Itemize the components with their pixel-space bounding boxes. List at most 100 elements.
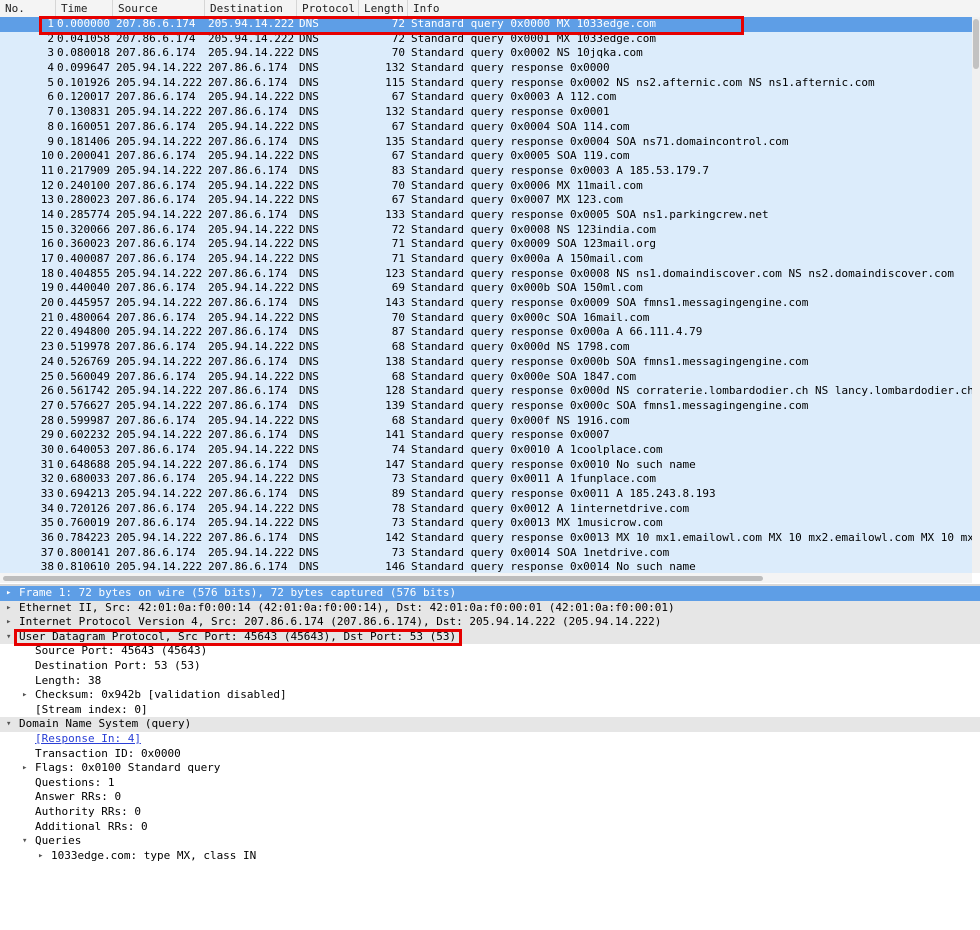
packet-row[interactable]: 29 0.602232 205.94.14.222 207.86.6.174 DNS 14… [0, 428, 972, 443]
packet-row[interactable]: 27 0.576627 205.94.14.222 207.86.6.174 DNS 13… [0, 398, 972, 414]
packet-info: Standard query response 0x0001 [411, 105, 610, 119]
expanded-arrow-icon[interactable]: ▾ [22, 834, 32, 849]
packet-row[interactable]: 34 0.720126 207.86.6.174 205.94.14.222 DNS 78… [0, 501, 972, 517]
packet-destination: 207.86.6.174 [208, 75, 288, 89]
packet-row[interactable]: 17 0.400087 207.86.6.174 205.94.14.222 DNS 71… [0, 252, 972, 267]
packet-details-pane[interactable]: ▸ Frame 1: 72 bytes on wire (576 bits), 7… [0, 586, 980, 930]
packet-row[interactable]: 11 0.217909 205.94.14.222 207.86.6.174 DNS 83… [0, 163, 972, 179]
column-header-time[interactable]: Time [56, 0, 113, 17]
detail-tree-item[interactable]: ▾ User Datagram Protocol, Src Port: 45643… [0, 629, 980, 645]
scroll-thumb[interactable] [3, 576, 763, 581]
packet-row[interactable]: 19 0.440040 207.86.6.174 205.94.14.222 DNS 69… [0, 281, 972, 297]
packet-row[interactable]: 1 0.000000 207.86.6.174 205.94.14.222 DNS 72 S… [0, 17, 972, 32]
detail-tree-item[interactable]: Authority RRs: 0 [0, 805, 980, 820]
expanded-arrow-icon[interactable]: ▾ [6, 717, 16, 732]
column-header-protocol[interactable]: Protocol [297, 0, 359, 17]
column-header-source[interactable]: Source [113, 0, 205, 17]
collapsed-arrow-icon[interactable]: ▸ [6, 586, 16, 601]
packet-row[interactable]: 37 0.800141 207.86.6.174 205.94.14.222 DNS 73… [0, 545, 972, 561]
packet-row[interactable]: 16 0.360023 207.86.6.174 205.94.14.222 DNS 71… [0, 237, 972, 252]
packet-row[interactable]: 3 0.080018 207.86.6.174 205.94.14.222 DNS 70 S… [0, 46, 972, 62]
packet-list-pane[interactable]: No. Time Source Destination Protocol Len… [0, 0, 980, 585]
packet-info: Standard query 0x0007 MX 123.com [411, 193, 623, 207]
detail-tree-item[interactable]: Transaction ID: 0x0000 [0, 747, 980, 762]
packet-number: 6 [47, 90, 54, 104]
detail-tree-item[interactable]: ▸ Flags: 0x0100 Standard query [0, 761, 980, 776]
collapsed-arrow-icon[interactable]: ▸ [6, 601, 16, 616]
packet-row[interactable]: 7 0.130831 205.94.14.222 207.86.6.174 DNS 132… [0, 105, 972, 120]
packet-row[interactable]: 6 0.120017 207.86.6.174 205.94.14.222 DNS 67 S… [0, 90, 972, 106]
packet-row[interactable]: 28 0.599987 207.86.6.174 205.94.14.222 DNS 68… [0, 413, 972, 429]
detail-tree-item[interactable]: Additional RRs: 0 [0, 820, 980, 835]
packet-row[interactable]: 18 0.404855 205.94.14.222 207.86.6.174 DNS 12… [0, 266, 972, 282]
collapsed-arrow-icon[interactable]: ▸ [6, 615, 16, 630]
scroll-thumb[interactable] [973, 19, 979, 69]
packet-row[interactable]: 8 0.160051 207.86.6.174 205.94.14.222 DNS 67 S… [0, 119, 972, 135]
packet-row[interactable]: 15 0.320066 207.86.6.174 205.94.14.222 DNS 72… [0, 222, 972, 238]
packet-row[interactable]: 32 0.680033 207.86.6.174 205.94.14.222 DNS 73… [0, 472, 972, 487]
expanded-arrow-icon[interactable]: ▾ [6, 630, 16, 645]
packet-row[interactable]: 38 0.810610 205.94.14.222 207.86.6.174 DNS 14… [0, 560, 972, 573]
detail-tree-item[interactable]: ▾ Queries [0, 834, 980, 849]
packet-row[interactable]: 20 0.445957 205.94.14.222 207.86.6.174 DNS 14… [0, 296, 972, 311]
packet-row[interactable]: 35 0.760019 207.86.6.174 205.94.14.222 DNS 73… [0, 516, 972, 532]
column-header-info[interactable]: Info [408, 0, 980, 17]
packet-row[interactable]: 30 0.640053 207.86.6.174 205.94.14.222 DNS 74… [0, 442, 972, 458]
packet-row[interactable]: 25 0.560049 207.86.6.174 205.94.14.222 DNS 68… [0, 369, 972, 385]
response-link[interactable]: [Response In: 4] [35, 732, 141, 747]
packet-row[interactable]: 4 0.099647 205.94.14.222 207.86.6.174 DNS 132… [0, 61, 972, 76]
detail-tree-item[interactable]: [Stream index: 0] [0, 703, 980, 718]
packet-row[interactable]: 14 0.285774 205.94.14.222 207.86.6.174 DNS 13… [0, 207, 972, 223]
packet-number: 25 [40, 369, 54, 383]
packet-info: Standard query 0x0008 NS 123india.com [411, 222, 657, 236]
packet-info: Standard query 0x0006 MX 11mail.com [411, 178, 643, 192]
packet-time: 0.480064 [57, 310, 110, 324]
packet-protocol: DNS [299, 457, 319, 471]
detail-tree-item[interactable]: ▸ Ethernet II, Src: 42:01:0a:f0:00:14 (42… [0, 600, 980, 616]
packet-row[interactable]: 33 0.694213 205.94.14.222 207.86.6.174 DNS 89… [0, 487, 972, 502]
packet-info: Standard query response 0x0004 SOA ns71.… [411, 134, 789, 148]
packet-info: Standard query 0x000d NS 1798.com [411, 340, 630, 354]
packet-row[interactable]: 22 0.494800 205.94.14.222 207.86.6.174 DNS 87… [0, 325, 972, 341]
packet-row[interactable]: 12 0.240100 207.86.6.174 205.94.14.222 DNS 70… [0, 178, 972, 194]
horizontal-scrollbar[interactable] [0, 573, 972, 583]
collapsed-arrow-icon[interactable]: ▸ [22, 761, 32, 776]
detail-tree-item[interactable]: Questions: 1 [0, 776, 980, 791]
column-header-destination[interactable]: Destination [205, 0, 297, 17]
packet-row[interactable]: 10 0.200041 207.86.6.174 205.94.14.222 DNS 67… [0, 149, 972, 164]
detail-tree-item[interactable]: Destination Port: 53 (53) [0, 659, 980, 674]
packet-protocol: DNS [299, 17, 319, 30]
detail-tree-item[interactable]: ▾ Domain Name System (query) [0, 717, 980, 732]
packet-info: Standard query 0x0003 A 112.com [411, 90, 617, 104]
packet-row[interactable]: 26 0.561742 205.94.14.222 207.86.6.174 DNS 12… [0, 384, 972, 399]
collapsed-arrow-icon[interactable]: ▸ [22, 688, 32, 703]
detail-tree-item[interactable]: Source Port: 45643 (45643) [0, 644, 980, 659]
packet-length: 89 [391, 487, 405, 500]
detail-tree-item[interactable]: Length: 38 [0, 674, 980, 689]
column-header-no[interactable]: No. [0, 0, 56, 17]
packet-number: 27 [40, 398, 54, 412]
packet-row[interactable]: 23 0.519978 207.86.6.174 205.94.14.222 DNS 68… [0, 340, 972, 355]
packet-row[interactable]: 2 0.041058 207.86.6.174 205.94.14.222 DNS 72 S… [0, 31, 972, 47]
detail-tree-item[interactable]: ▸ Frame 1: 72 bytes on wire (576 bits), 7… [0, 586, 980, 601]
packet-info: Standard query 0x0009 SOA 123mail.org [411, 237, 657, 251]
packet-row[interactable]: 5 0.101926 205.94.14.222 207.86.6.174 DNS 115… [0, 75, 972, 91]
packet-time: 0.445957 [57, 296, 110, 310]
column-header-length[interactable]: Length [359, 0, 408, 17]
detail-tree-item[interactable]: ▸ 1033edge.com: type MX, class IN [0, 849, 980, 864]
detail-tree-item[interactable]: ▸ Internet Protocol Version 4, Src: 207.8… [0, 615, 980, 630]
packet-row[interactable]: 9 0.181406 205.94.14.222 207.86.6.174 DNS 135… [0, 134, 972, 150]
packet-row[interactable]: 24 0.526769 205.94.14.222 207.86.6.174 DNS 13… [0, 354, 972, 370]
vertical-scrollbar[interactable] [972, 17, 980, 573]
packet-row[interactable]: 13 0.280023 207.86.6.174 205.94.14.222 DNS 67… [0, 193, 972, 208]
packet-row[interactable]: 31 0.648688 205.94.14.222 207.86.6.174 DNS 14… [0, 457, 972, 473]
packet-row[interactable]: 21 0.480064 207.86.6.174 205.94.14.222 DNS 70… [0, 310, 972, 326]
packet-number: 16 [40, 237, 54, 251]
collapsed-arrow-icon[interactable]: ▸ [38, 849, 48, 864]
detail-tree-item[interactable]: [Response In: 4] [0, 732, 980, 747]
packet-destination: 205.94.14.222 [208, 119, 295, 133]
packet-row[interactable]: 36 0.784223 205.94.14.222 207.86.6.174 DNS 14… [0, 531, 972, 546]
detail-tree-item[interactable]: ▸ Checksum: 0x942b [validation disabled] [0, 688, 980, 703]
detail-tree-item[interactable]: Answer RRs: 0 [0, 790, 980, 805]
packet-time: 0.099647 [57, 61, 110, 75]
